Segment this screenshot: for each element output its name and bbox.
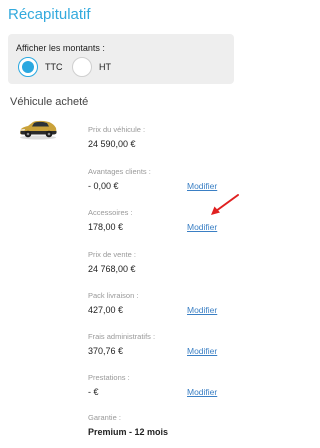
modify-services-link[interactable]: Modifier — [187, 387, 217, 397]
radio-ht-circle[interactable] — [72, 57, 92, 77]
field-label: Frais administratifs : — [88, 332, 156, 341]
radio-selected-dot — [22, 61, 34, 73]
field-label: Garantie : — [88, 413, 121, 422]
field-label: Prix de vente : — [88, 250, 136, 259]
radio-ttc-circle[interactable] — [18, 57, 38, 77]
amounts-label: Afficher les montants : — [16, 43, 105, 53]
field-value: - € — [88, 387, 99, 397]
field-label: Pack livraison : — [88, 291, 139, 300]
field-value: 427,00 € — [88, 305, 124, 315]
radio-ttc-label[interactable]: TTC — [45, 62, 63, 72]
field-label: Avantages clients : — [88, 167, 151, 176]
car-icon — [18, 118, 58, 145]
field-value: 24 590,00 € — [88, 139, 136, 149]
field-value: Premium - 12 mois — [88, 427, 169, 437]
radio-ht-label[interactable]: HT — [99, 62, 111, 72]
field-label: Prix du véhicule : — [88, 125, 146, 134]
page-title: Récapitulatif — [8, 6, 91, 23]
annotation-arrow-icon — [205, 193, 240, 224]
field-value: 370,76 € — [88, 346, 124, 356]
amounts-display-box: Afficher les montants : TTC HT — [8, 34, 234, 84]
field-label: Prestations : — [88, 373, 130, 382]
field-value: 178,00 € — [88, 222, 124, 232]
field-value: - 0,00 € — [88, 181, 119, 191]
modify-admin-fees-link[interactable]: Modifier — [187, 346, 217, 356]
modify-delivery-pack-link[interactable]: Modifier — [187, 305, 217, 315]
field-value: 24 768,00 € — [88, 264, 136, 274]
field-label: Accessoires : — [88, 208, 133, 217]
modify-advantages-link[interactable]: Modifier — [187, 181, 217, 191]
section-title-vehicle: Véhicule acheté — [10, 96, 89, 108]
